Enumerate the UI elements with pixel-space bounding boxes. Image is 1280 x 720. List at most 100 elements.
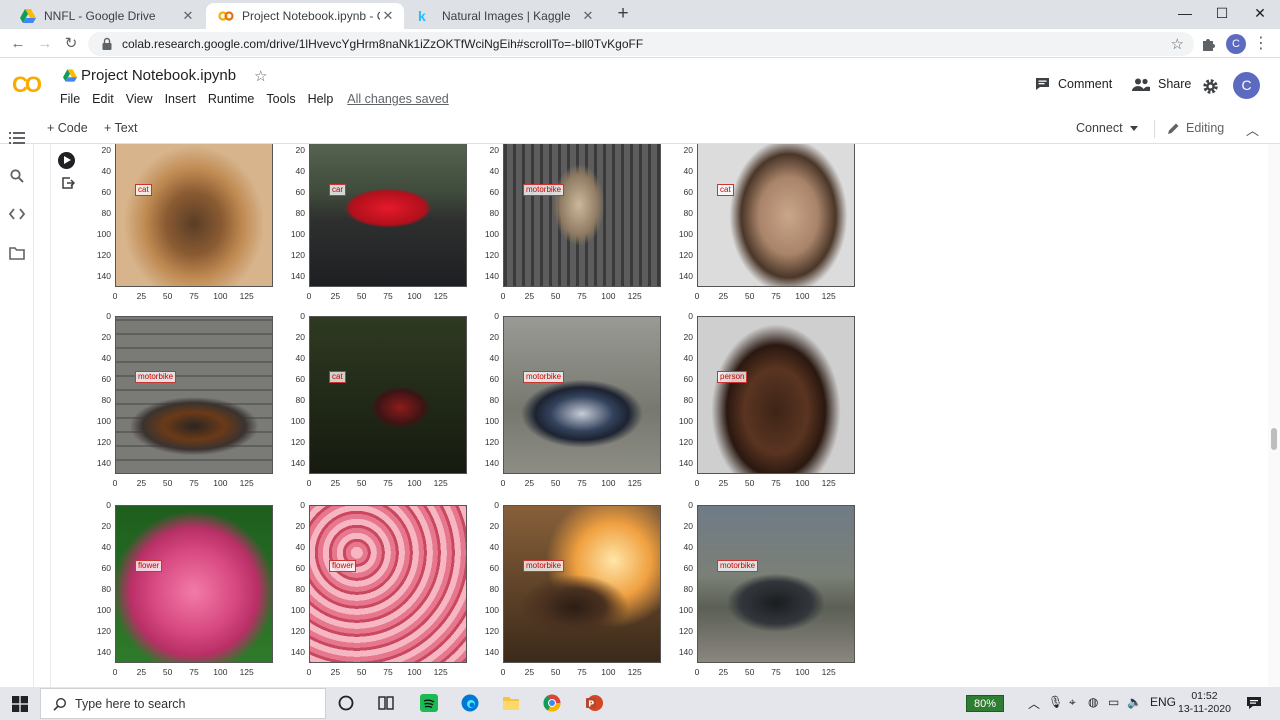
y-tick-label: 20 [101,521,111,532]
y-tick-label: 0 [688,500,693,510]
minimize-button[interactable]: — [1165,2,1205,26]
code-snippets-icon[interactable] [9,206,25,222]
y-tick-label: 80 [101,208,111,219]
tab-title: Natural Images | Kaggle [442,9,571,23]
notifications-icon[interactable] [1244,693,1264,713]
y-tick-label: 40 [101,542,111,553]
search-icon[interactable] [9,168,25,184]
x-tick-label: 75 [189,478,199,488]
menu-view[interactable]: View [126,92,153,106]
reload-button[interactable]: ↻ [61,34,81,54]
close-icon[interactable]: ✕ [380,8,396,24]
menu-runtime[interactable]: Runtime [208,92,255,106]
notebook-title[interactable]: Project Notebook.ipynb [81,67,236,84]
cortana-icon[interactable] [336,693,356,713]
microphone-icon[interactable]: 🎙 [1048,695,1063,709]
y-tick-label: 60 [683,374,693,385]
url-text: colab.research.google.com/drive/1lHvevcY… [122,37,644,51]
y-tick-label: 140 [290,647,305,658]
x-tick-label: 0 [694,667,700,677]
task-view-icon[interactable] [376,693,396,713]
x-tick-label: 25 [524,478,535,488]
y-tick-label: 80 [489,208,499,219]
collapse-header-icon[interactable]: ︿ [1246,120,1259,139]
y-tick-label: 40 [683,542,693,553]
battery-icon[interactable]: ▭ [1108,695,1119,709]
close-icon[interactable]: ✕ [580,8,596,24]
y-tick-label: 120 [678,250,693,261]
spotify-icon[interactable] [419,693,439,713]
connect-button[interactable]: Connect [1076,121,1123,135]
x-tick-label: 50 [162,478,173,488]
windows-start-icon[interactable] [12,696,28,712]
chevron-down-icon[interactable] [1130,126,1138,131]
tab-kaggle[interactable]: k Natural Images | Kaggle ✕ [406,3,604,29]
user-avatar[interactable]: C [1233,72,1260,99]
x-tick-label: 50 [162,667,173,677]
y-tick-label: 120 [96,437,111,448]
new-tab-button[interactable]: + [613,4,633,24]
menu-file[interactable]: File [60,92,80,106]
edge-browser-icon[interactable] [460,693,480,713]
y-tick-label: 120 [678,437,693,448]
y-tick-label: 20 [683,521,693,532]
battery-indicator[interactable]: 80% [966,695,1004,712]
share-button[interactable]: Share [1132,77,1191,91]
bookmark-star-icon[interactable]: ☆ [1171,35,1184,53]
language-indicator[interactable]: ENG [1150,695,1176,709]
colab-logo[interactable]: CO [12,72,42,98]
y-tick-label: 0 [494,500,499,510]
location-icon[interactable]: ⌖ [1069,695,1076,710]
y-tick-label: 80 [295,208,305,219]
y-tick-label: 20 [101,332,111,343]
x-tick-label: 25 [330,667,341,677]
table-of-contents-icon[interactable] [9,130,25,146]
star-icon[interactable]: ☆ [254,67,267,85]
gear-icon[interactable] [1202,78,1219,95]
y-tick-label: 140 [96,647,111,658]
window-close-button[interactable]: ✕ [1240,2,1280,26]
volume-icon[interactable]: 🔈 [1127,695,1142,709]
comment-button[interactable]: Comment [1035,77,1112,91]
browser-profile-avatar[interactable]: C [1226,34,1246,54]
forward-button[interactable]: → [35,34,55,54]
network-icon[interactable]: ◍ [1088,695,1098,709]
chrome-icon[interactable] [542,693,562,713]
x-tick-label: 25 [330,291,341,301]
people-icon [1132,78,1150,91]
scrollbar-thumb[interactable] [1271,428,1277,450]
omnibox[interactable]: colab.research.google.com/drive/1lHvevcY… [88,32,1194,56]
taskbar-search-input[interactable]: Type here to search [40,688,326,719]
maximize-button[interactable]: ☐ [1202,2,1242,26]
browser-menu-icon[interactable]: ⋮ [1253,34,1269,54]
back-button[interactable]: ← [8,34,28,54]
tab-google-drive[interactable]: NNFL - Google Drive ✕ [8,3,204,29]
x-tick-label: 50 [356,291,367,301]
x-tick-label: 100 [601,667,616,677]
add-text-button[interactable]: + Text [104,121,137,135]
powerpoint-icon[interactable]: P [584,693,604,713]
x-tick-label: 100 [213,667,228,677]
menu-insert[interactable]: Insert [165,92,196,106]
x-tick-label: 50 [162,291,173,301]
chevron-up-icon[interactable]: ︿ [1028,695,1040,712]
page-scrollbar[interactable] [1268,144,1280,687]
system-clock[interactable]: 01:52 13-11-2020 [1178,690,1231,716]
folder-icon[interactable] [9,245,25,261]
save-status[interactable]: All changes saved [347,92,448,106]
y-tick-label: 60 [683,187,693,198]
extensions-puzzle-icon[interactable] [1199,35,1217,53]
y-tick-label: 40 [101,353,111,364]
menu-edit[interactable]: Edit [92,92,114,106]
menu-tools[interactable]: Tools [266,92,295,106]
x-tick-label: 25 [136,291,147,301]
tab-colab-notebook[interactable]: Project Notebook.ipynb - Colab ✕ [206,3,404,29]
y-tick-label: 140 [484,271,499,282]
add-code-button[interactable]: + Code [47,121,88,135]
editing-mode-button[interactable]: Editing [1167,121,1224,135]
file-explorer-icon[interactable] [501,693,521,713]
close-icon[interactable]: ✕ [180,8,196,24]
subplot-bike-sunset: motorbike [503,505,661,663]
menu-help[interactable]: Help [308,92,334,106]
x-tick-label: 50 [356,478,367,488]
